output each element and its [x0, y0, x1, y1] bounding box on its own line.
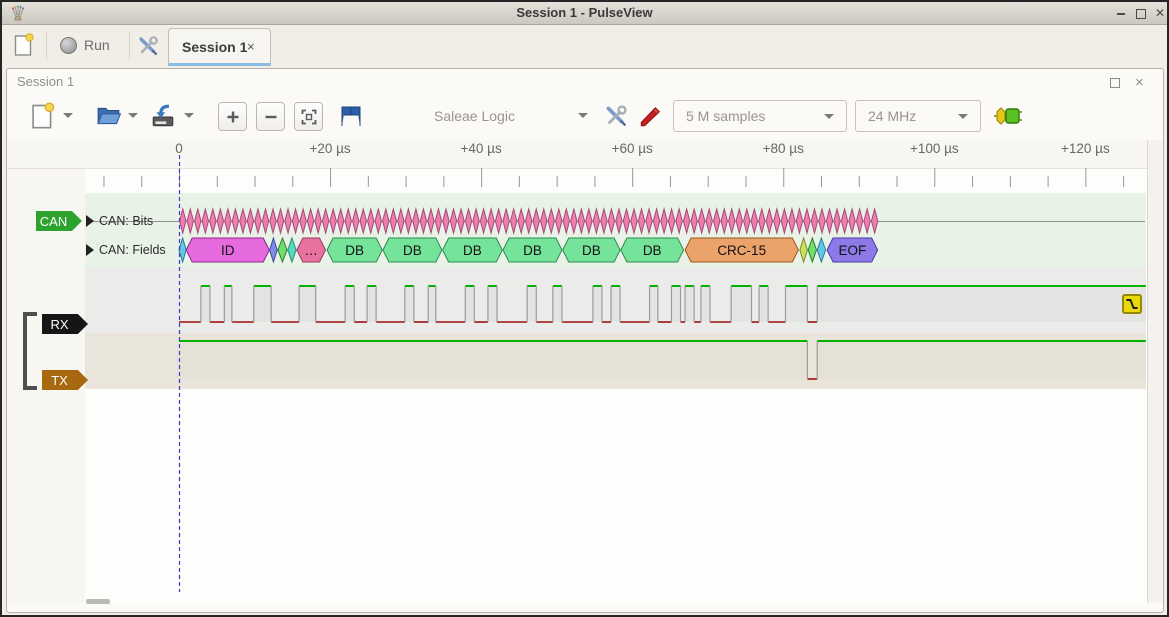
device-selector[interactable]: Saleae Logic — [434, 108, 515, 126]
minimize-button[interactable] — [1110, 2, 1132, 24]
decoder-icon — [993, 105, 1023, 127]
zoom-fit-icon — [300, 108, 318, 126]
toolbar-separator — [129, 31, 130, 59]
horizontal-scrollbar-thumb[interactable] — [86, 599, 110, 604]
panel-close-icon[interactable]: × — [1135, 74, 1144, 91]
main-toolbar: Run Session 1 × — [2, 25, 1167, 65]
toolbar-separator — [46, 31, 47, 59]
zoom-in-icon — [225, 109, 241, 125]
vertical-scrollbar[interactable] — [1147, 140, 1162, 603]
tab-label: Session 1 — [182, 39, 247, 55]
save-dropdown-caret[interactable] — [184, 113, 194, 118]
zoom-in-button[interactable] — [218, 102, 247, 131]
configure-device-button[interactable] — [602, 102, 630, 130]
falling-edge-icon — [1124, 296, 1140, 312]
row-expander-fields[interactable] — [86, 244, 94, 256]
decoder-tag-label: CAN — [40, 214, 67, 229]
tab-session-1[interactable]: Session 1 × — [168, 28, 271, 66]
window-title-bar[interactable]: Session 1 - PulseView ✕ — [2, 2, 1167, 25]
run-label: Run — [84, 37, 110, 53]
run-led-icon — [60, 37, 77, 54]
new-session-button[interactable] — [11, 32, 37, 58]
add-decoder-button[interactable] — [992, 104, 1024, 128]
decoder-trace-background — [85, 193, 1146, 268]
trigger-marker-falling-edge[interactable] — [1122, 294, 1142, 314]
save-file-button[interactable] — [148, 101, 178, 131]
wrench-screwdriver-icon — [136, 34, 160, 58]
new-view-icon — [31, 102, 55, 130]
tab-close-icon[interactable]: × — [247, 39, 255, 54]
rx-trace-background — [85, 268, 1146, 333]
sample-count-select[interactable]: 5 M samples — [673, 100, 847, 132]
probe-icon — [637, 103, 663, 129]
sample-count-value: 5 M samples — [686, 108, 765, 124]
panel-title: Session 1 — [17, 74, 74, 89]
zoom-fit-button[interactable] — [294, 102, 323, 131]
channel-group-bracket[interactable] — [23, 312, 37, 390]
row-label-can-fields: CAN: Fields — [99, 243, 166, 257]
show-cursors-button[interactable] — [337, 102, 365, 130]
device-dropdown-caret[interactable] — [578, 113, 588, 118]
timeline-ruler[interactable] — [7, 140, 1161, 169]
open-folder-icon — [96, 104, 122, 128]
channels-probe-button[interactable] — [636, 102, 664, 130]
new-view-button[interactable] — [28, 101, 58, 131]
sample-rate-select[interactable]: 24 MHz — [855, 100, 981, 132]
channel-tag-label: RX — [50, 317, 68, 332]
pulseview-window: Session 1 - PulseView ✕ Run Se — [0, 0, 1169, 617]
new-session-icon — [14, 33, 34, 57]
channel-tag-label: TX — [51, 373, 68, 388]
new-view-dropdown-caret[interactable] — [63, 113, 73, 118]
open-dropdown-caret[interactable] — [128, 113, 138, 118]
run-button[interactable]: Run — [54, 29, 130, 61]
save-icon — [150, 103, 176, 129]
settings-button[interactable] — [135, 33, 161, 59]
tx-trace-background — [85, 333, 1146, 389]
sample-rate-value: 24 MHz — [868, 108, 916, 124]
zoom-out-icon — [263, 109, 279, 125]
tab-active-indicator — [169, 63, 270, 66]
row-label-can-bits: CAN: Bits — [99, 214, 153, 228]
row-expander-bits[interactable] — [86, 215, 94, 227]
cursor-flags-icon — [338, 105, 364, 127]
sample-count-caret — [824, 114, 834, 119]
wrench-screwdriver-icon — [603, 103, 629, 129]
zoom-out-button[interactable] — [256, 102, 285, 131]
close-button[interactable]: ✕ — [1149, 2, 1169, 24]
device-label: Saleae Logic — [434, 108, 515, 124]
sample-rate-caret — [958, 114, 968, 119]
window-title: Session 1 - PulseView — [2, 2, 1167, 24]
float-panel-button[interactable] — [1110, 74, 1120, 89]
open-file-button[interactable] — [94, 101, 124, 131]
